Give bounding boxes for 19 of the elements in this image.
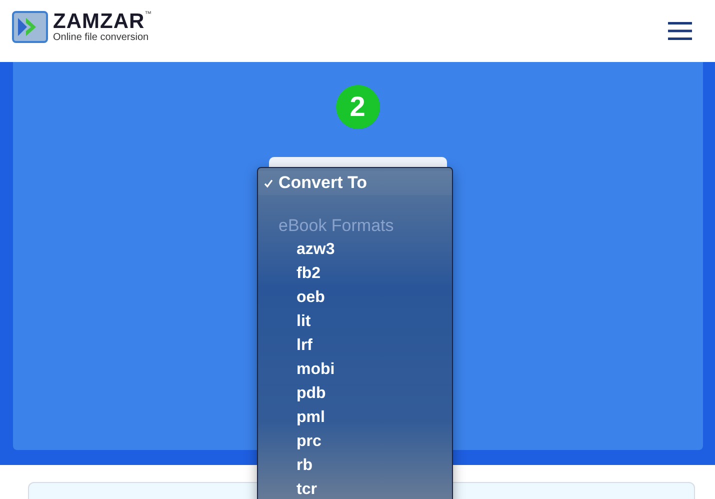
dropdown-option[interactable]: pml xyxy=(258,406,452,430)
dropdown-option[interactable]: fb2 xyxy=(258,262,452,286)
dropdown-option[interactable]: pdb xyxy=(258,382,452,406)
option-group-label: eBook Formats xyxy=(278,215,395,237)
menu-icon[interactable] xyxy=(668,22,692,40)
dropdown-option[interactable]: tcr xyxy=(258,478,452,499)
logo-tagline: Online file conversion xyxy=(53,32,150,44)
dropdown-option[interactable]: prc xyxy=(258,430,452,454)
dropdown-option[interactable]: Convert To xyxy=(258,171,452,195)
dropdown-option[interactable]: oeb xyxy=(258,286,452,310)
dropdown-option[interactable]: rb xyxy=(258,454,452,478)
logo-icon xyxy=(12,11,48,43)
dropdown-option[interactable]: lrf xyxy=(258,334,452,358)
checkmark-icon xyxy=(264,179,272,188)
dropdown-option[interactable]: lit xyxy=(258,310,452,334)
logo-wordmark: ZAMZAR xyxy=(53,10,145,32)
dropdown-option[interactable]: mobi xyxy=(258,358,452,382)
step-number: 2 xyxy=(336,85,380,129)
dropdown-option[interactable]: azw3 xyxy=(258,238,452,262)
